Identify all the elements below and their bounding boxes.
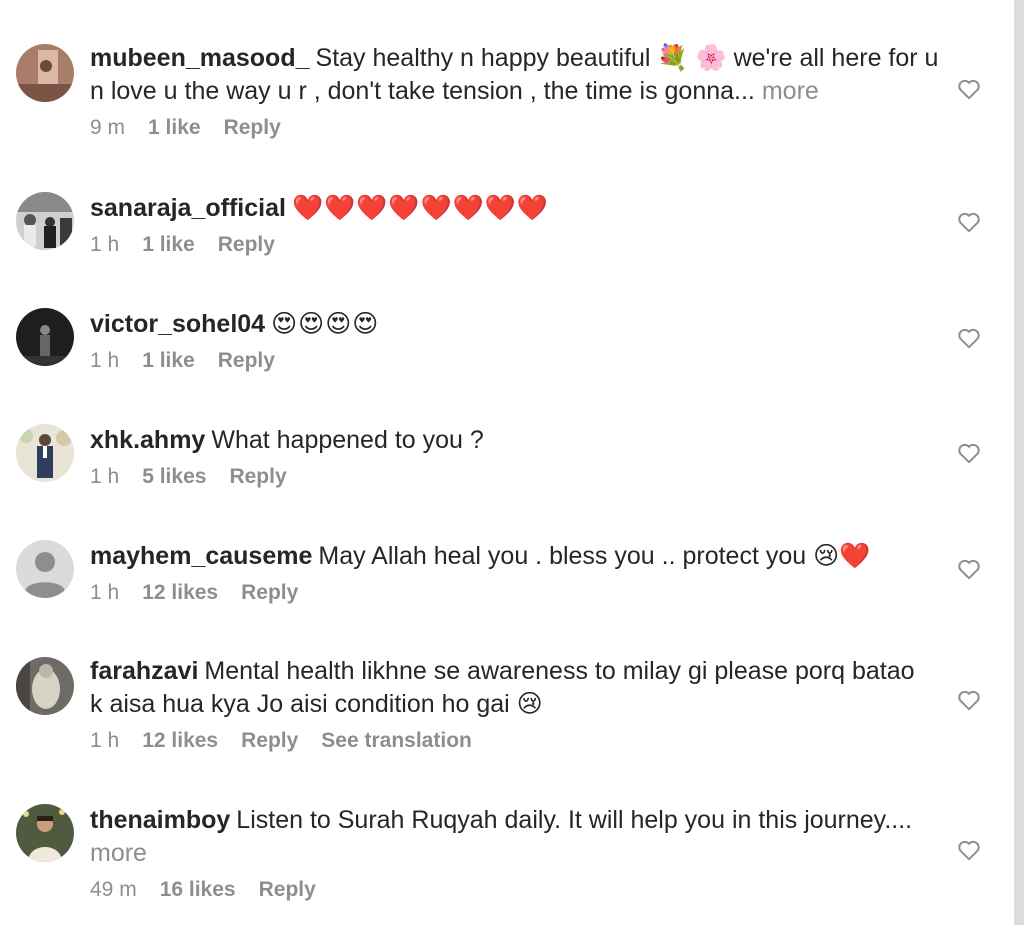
reply-button[interactable]: Reply <box>218 347 275 375</box>
see-translation-link[interactable]: See translation <box>321 727 472 755</box>
default-avatar-icon <box>16 540 74 598</box>
comment-content: victor_sohel04 😍😍😍😍 1 h 1 like Reply <box>90 308 950 375</box>
avatar[interactable] <box>16 540 74 598</box>
comment-text: farahzavi Mental health likhne se awarene… <box>90 655 950 721</box>
comment-content: thenaimboy Listen to Surah Ruqyah daily. … <box>90 804 950 904</box>
comment-time: 1 h <box>90 349 120 372</box>
comment-content: sanaraja_official ❤️❤️❤️❤️❤️❤️❤️❤️ 1 h 1 … <box>90 192 950 259</box>
comment-meta: 49 m 16 likes Reply <box>90 876 950 904</box>
comment-username[interactable]: farahzavi <box>90 657 198 685</box>
reply-button[interactable]: Reply <box>229 463 286 491</box>
comment-body: Listen to Surah Ruqyah daily. It will he… <box>236 806 913 834</box>
comment-username[interactable]: sanaraja_official <box>90 194 286 222</box>
more-link[interactable]: more <box>762 77 819 105</box>
avatar[interactable] <box>16 424 74 482</box>
comment-time: 1 h <box>90 465 120 488</box>
comment-meta: 1 h 1 like Reply <box>90 231 950 259</box>
avatar[interactable] <box>16 804 74 862</box>
scrollbar[interactable] <box>1014 0 1024 925</box>
comment-text: thenaimboy Listen to Surah Ruqyah daily. … <box>90 804 950 870</box>
heart-outline-icon[interactable] <box>956 325 982 351</box>
comment-content: mubeen_masood_ Stay healthy n happy beaut… <box>90 42 950 142</box>
comment-meta: 1 h 1 like Reply <box>90 347 950 375</box>
heart-outline-icon[interactable] <box>956 837 982 863</box>
comment-body: Mental health likhne se awareness to mil… <box>204 657 915 685</box>
reply-button[interactable]: Reply <box>224 114 281 142</box>
reply-button[interactable]: Reply <box>241 579 298 607</box>
comment-body-continued: k aisa hua kya Jo aisi condition ho gai … <box>90 690 543 718</box>
comment-likes[interactable]: 12 likes <box>142 727 218 755</box>
comment-likes[interactable]: 12 likes <box>142 579 218 607</box>
comment-text: victor_sohel04 😍😍😍😍 <box>90 308 950 341</box>
comment-meta: 9 m 1 like Reply <box>90 114 950 142</box>
avatar-photo-icon <box>16 657 74 715</box>
comment-username[interactable]: mubeen_masood_ <box>90 44 310 72</box>
avatar[interactable] <box>16 308 74 366</box>
comment-content: farahzavi Mental health likhne se awarene… <box>90 655 950 755</box>
comment-time: 1 h <box>90 729 120 752</box>
avatar-photo-icon <box>16 44 74 102</box>
heart-outline-icon[interactable] <box>956 76 982 102</box>
reply-button[interactable]: Reply <box>218 231 275 259</box>
avatar-photo-icon <box>16 192 74 250</box>
comment-meta: 1 h 12 likes Reply See translation <box>90 727 950 755</box>
comment-body: What happened to you ? <box>211 426 484 454</box>
comment-text: sanaraja_official ❤️❤️❤️❤️❤️❤️❤️❤️ <box>90 192 950 225</box>
comment-body: 😍😍😍😍 <box>271 310 380 338</box>
comment-likes[interactable]: 5 likes <box>142 463 206 491</box>
comment-time: 1 h <box>90 581 120 604</box>
comment-likes[interactable]: 1 like <box>148 114 201 142</box>
reply-button[interactable]: Reply <box>241 727 298 755</box>
avatar[interactable] <box>16 44 74 102</box>
comment-likes[interactable]: 1 like <box>142 347 195 375</box>
comment-meta: 1 h 12 likes Reply <box>90 579 950 607</box>
comment-text: mayhem_causeme May Allah heal you . bless… <box>90 540 950 573</box>
heart-outline-icon[interactable] <box>956 440 982 466</box>
comment-body: Stay healthy n happy beautiful 💐 🌸 we're… <box>315 44 939 72</box>
avatar-photo-icon <box>16 804 74 862</box>
comment-time: 1 h <box>90 233 120 256</box>
comment-username[interactable]: xhk.ahmy <box>90 426 205 454</box>
comment-text: mubeen_masood_ Stay healthy n happy beaut… <box>90 42 950 108</box>
comment-body: May Allah heal you . bless you .. protec… <box>318 542 871 570</box>
comment-likes[interactable]: 1 like <box>142 231 195 259</box>
avatar-photo-icon <box>16 424 74 482</box>
comment-body-continued: n love u the way u r , don't take tensio… <box>90 77 755 105</box>
more-link[interactable]: more <box>90 839 147 867</box>
avatar-photo-icon <box>16 308 74 366</box>
heart-outline-icon[interactable] <box>956 556 982 582</box>
comment-meta: 1 h 5 likes Reply <box>90 463 950 491</box>
comment-time: 49 m <box>90 878 137 901</box>
comment-time: 9 m <box>90 116 126 139</box>
comment-text: xhk.ahmy What happened to you ? <box>90 424 950 457</box>
heart-outline-icon[interactable] <box>956 687 982 713</box>
comment-body: ❤️❤️❤️❤️❤️❤️❤️❤️ <box>291 194 549 222</box>
comment-username[interactable]: thenaimboy <box>90 806 230 834</box>
comment-content: xhk.ahmy What happened to you ? 1 h 5 lik… <box>90 424 950 491</box>
heart-outline-icon[interactable] <box>956 209 982 235</box>
reply-button[interactable]: Reply <box>259 876 316 904</box>
comment-username[interactable]: mayhem_causeme <box>90 542 312 570</box>
comment-username[interactable]: victor_sohel04 <box>90 310 265 338</box>
avatar[interactable] <box>16 657 74 715</box>
avatar[interactable] <box>16 192 74 250</box>
comment-content: mayhem_causeme May Allah heal you . bless… <box>90 540 950 607</box>
comment-likes[interactable]: 16 likes <box>160 876 236 904</box>
